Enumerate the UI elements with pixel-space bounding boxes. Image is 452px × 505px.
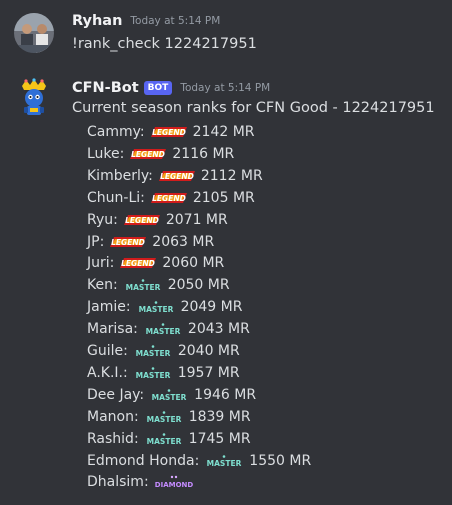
message-content: Current season ranks for CFN Good - 1224…: [72, 100, 435, 116]
legend-rank-icon[interactable]: LEGEND: [149, 124, 189, 140]
mr-value: 2112 MR: [200, 167, 263, 184]
rank-line: Kimberly: LEGEND 2112 MR: [87, 166, 263, 186]
master-rank-icon[interactable]: MASTER: [142, 322, 184, 336]
legend-emoji-text: LEGEND: [111, 237, 145, 246]
rank-line: A.K.I.: MASTER 1957 MR: [87, 363, 240, 383]
character-name: Manon:: [87, 408, 139, 425]
master-rank-icon[interactable]: MASTER: [143, 432, 185, 446]
master-emoji-text: MASTER: [207, 459, 242, 468]
master-emoji-text: MASTER: [138, 305, 173, 314]
rank-line: Ryu: LEGEND 2071 MR: [87, 210, 228, 230]
master-emoji-text: MASTER: [152, 393, 187, 402]
mr-value: 2040 MR: [177, 343, 240, 359]
character-name: Ken:: [87, 277, 118, 294]
character-name: Edmond Honda:: [87, 452, 200, 469]
bot-badge: BOT: [143, 81, 173, 95]
mr-value: 2116 MR: [172, 145, 235, 162]
character-name: Rashid:: [87, 430, 139, 447]
legend-emoji-text: LEGEND: [122, 259, 156, 268]
master-rank-icon[interactable]: MASTER: [143, 410, 185, 424]
legend-rank-icon[interactable]: LEGEND: [118, 255, 158, 271]
user-avatar-photo[interactable]: [14, 13, 54, 53]
master-rank-icon[interactable]: MASTER: [203, 454, 245, 468]
legend-rank-icon[interactable]: LEGEND: [108, 234, 148, 250]
character-name: Guile:: [87, 343, 128, 359]
master-emoji-text: MASTER: [146, 437, 181, 446]
rank-line: Juri: LEGEND 2060 MR: [87, 253, 224, 273]
mr-value: 2071 MR: [165, 211, 228, 228]
username[interactable]: CFN-Bot: [72, 80, 139, 96]
master-rank-icon[interactable]: MASTER: [148, 388, 190, 402]
rank-line: Dhalsim: DIAMOND: [87, 472, 199, 492]
legend-emoji-text: LEGEND: [152, 193, 186, 202]
legend-emoji-text: LEGEND: [125, 215, 159, 224]
rank-line: Jamie: MASTER 2049 MR: [87, 297, 242, 317]
legend-rank-icon[interactable]: LEGEND: [157, 168, 197, 184]
message-header: Ryhan Today at 5:14 PM: [72, 13, 220, 29]
character-name: Luke:: [87, 145, 125, 162]
character-name: Cammy:: [87, 124, 145, 140]
master-emoji-text: MASTER: [146, 415, 181, 424]
character-name: JP:: [87, 233, 105, 250]
rank-line: JP: LEGEND 2063 MR: [87, 232, 214, 252]
character-name: Ryu:: [87, 211, 118, 228]
rank-line: Manon: MASTER 1839 MR: [87, 407, 251, 427]
mr-value: 2050 MR: [167, 277, 230, 294]
mr-value: 1839 MR: [188, 408, 251, 425]
character-name: Kimberly:: [87, 167, 153, 184]
master-rank-icon[interactable]: MASTER: [132, 344, 174, 358]
legend-rank-icon[interactable]: LEGEND: [122, 212, 162, 228]
message-content: !rank_check 1224217951: [72, 36, 257, 52]
timestamp: Today at 5:14 PM: [130, 15, 221, 27]
character-name: Dee Jay:: [87, 386, 145, 403]
character-name: Dhalsim:: [87, 474, 149, 491]
master-emoji-text: MASTER: [135, 371, 170, 380]
mr-value: 2043 MR: [187, 321, 250, 338]
chat-message-list: Ryhan Today at 5:14 PM !rank_check 12242…: [0, 0, 452, 505]
rank-line: Luke: LEGEND 2116 MR: [87, 144, 234, 164]
master-emoji-text: MASTER: [146, 327, 181, 336]
mr-value: 2105 MR: [192, 189, 255, 206]
master-emoji-text: MASTER: [136, 349, 171, 358]
mr-value: 1946 MR: [194, 386, 257, 403]
legend-rank-icon[interactable]: LEGEND: [128, 146, 168, 162]
legend-rank-icon[interactable]: LEGEND: [149, 190, 189, 206]
rank-line: Edmond Honda: MASTER 1550 MR: [87, 451, 311, 471]
legend-emoji-text: LEGEND: [152, 128, 186, 137]
diamond-emoji-text: DIAMOND: [154, 481, 193, 489]
rank-line: Chun-Li: LEGEND 2105 MR: [87, 188, 255, 208]
rank-line: Rashid: MASTER 1745 MR: [87, 429, 251, 449]
diamond-rank-icon[interactable]: DIAMOND: [153, 474, 195, 490]
rank-line: Dee Jay: MASTER 1946 MR: [87, 385, 256, 405]
mr-value: 1550 MR: [249, 452, 312, 469]
legend-emoji-text: LEGEND: [160, 172, 194, 181]
legend-emoji-text: LEGEND: [132, 150, 166, 159]
master-rank-icon[interactable]: MASTER: [122, 278, 164, 292]
character-name: A.K.I.:: [87, 364, 128, 381]
rank-line: Marisa: MASTER 2043 MR: [87, 319, 250, 339]
mr-value: 2060 MR: [162, 255, 225, 272]
master-rank-icon[interactable]: MASTER: [135, 300, 177, 314]
bot-avatar[interactable]: [14, 78, 54, 118]
character-name: Marisa:: [87, 321, 138, 338]
rank-line: Cammy: LEGEND 2142 MR: [87, 122, 255, 142]
mr-value: 1745 MR: [188, 430, 251, 447]
master-rank-icon[interactable]: MASTER: [132, 366, 174, 380]
mr-value: 2049 MR: [180, 299, 243, 316]
mr-value: 1957 MR: [177, 364, 240, 381]
master-emoji-text: MASTER: [125, 283, 160, 292]
mr-value: 2063 MR: [152, 233, 215, 250]
timestamp: Today at 5:14 PM: [180, 82, 271, 94]
message-header: CFN-Bot BOT Today at 5:14 PM: [72, 80, 270, 96]
rank-line: Guile: MASTER 2040 MR: [87, 341, 240, 361]
mr-value: 2142 MR: [192, 124, 255, 140]
character-name: Juri:: [87, 255, 115, 272]
character-name: Chun-Li:: [87, 189, 145, 206]
character-name: Jamie:: [87, 299, 131, 316]
username[interactable]: Ryhan: [72, 13, 122, 29]
rank-line: Ken: MASTER 2050 MR: [87, 275, 230, 295]
